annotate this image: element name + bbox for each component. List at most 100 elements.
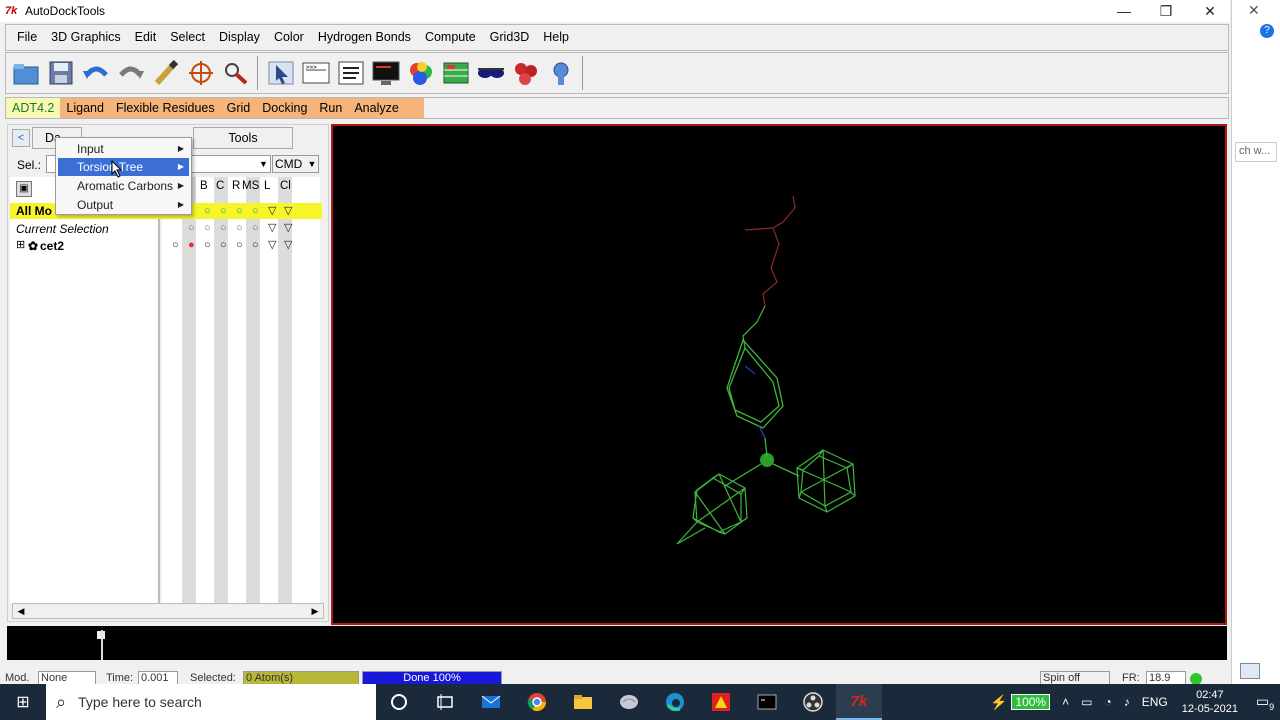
browser-close-icon[interactable]: ✕: [1248, 2, 1260, 19]
redo-icon[interactable]: [113, 55, 148, 91]
notifications-button[interactable]: ▭9: [1250, 693, 1280, 712]
toggle-triangle[interactable]: ▽: [268, 238, 276, 252]
menu-compute[interactable]: Compute: [418, 25, 483, 50]
tree-row-current-selection[interactable]: Current Selection: [16, 222, 109, 236]
column-header-ms[interactable]: MS: [242, 180, 259, 192]
task-view-icon[interactable]: [422, 684, 468, 720]
toggle-circle-filled[interactable]: ●: [188, 238, 195, 252]
browser-thumbnail-icon[interactable]: [1240, 663, 1260, 679]
scroll-left-icon[interactable]: ◀: [13, 604, 29, 618]
horizontal-scrollbar[interactable]: ◀ ▶: [12, 603, 324, 619]
toggle-circle[interactable]: ○: [252, 221, 259, 235]
menu-item-torsion-tree[interactable]: Torsion Tree ▶: [58, 158, 189, 176]
magnifier-icon[interactable]: [218, 55, 253, 91]
file-explorer-icon[interactable]: [560, 684, 606, 720]
acrobat-icon[interactable]: [698, 684, 744, 720]
adt-menu-grid[interactable]: Grid: [221, 98, 257, 118]
python-shell-icon[interactable]: >>>: [298, 55, 333, 91]
column-header-cl[interactable]: Cl: [280, 180, 291, 192]
toggle-triangle[interactable]: ▽: [284, 204, 292, 218]
edge-icon[interactable]: [652, 684, 698, 720]
column-header-l[interactable]: L: [264, 180, 270, 192]
toggle-circle[interactable]: ○: [252, 238, 259, 252]
color-spheres-icon[interactable]: [403, 55, 438, 91]
wifi-icon[interactable]: ◔: [1104, 695, 1111, 709]
command-dropdown-icon[interactable]: ▼: [306, 156, 318, 172]
menu-item-aromatic-carbons[interactable]: Aromatic Carbons ▶: [58, 177, 189, 195]
language-indicator[interactable]: ENG: [1142, 695, 1168, 709]
toggle-circle[interactable]: ○: [236, 238, 243, 252]
menu-select[interactable]: Select: [163, 25, 212, 50]
menu-grid3d[interactable]: Grid3D: [483, 25, 537, 50]
bug-report-icon[interactable]: [543, 55, 578, 91]
toggle-circle[interactable]: ○: [204, 238, 211, 252]
menu-item-input[interactable]: Input ▶: [58, 140, 189, 158]
toggle-circle[interactable]: ○: [220, 238, 227, 252]
toggle-triangle[interactable]: ▽: [268, 204, 276, 218]
pencil-icon[interactable]: [148, 55, 183, 91]
mail-icon[interactable]: [468, 684, 514, 720]
toggle-circle[interactable]: ○: [188, 221, 195, 235]
menu-item-output[interactable]: Output ▶: [58, 196, 189, 214]
battery-indicator[interactable]: 100%: [1011, 694, 1051, 710]
toggle-circle[interactable]: ○: [236, 221, 243, 235]
expand-node-icon[interactable]: ⊞: [16, 238, 25, 251]
menu-hydrogen-bonds[interactable]: Hydrogen Bonds: [311, 25, 418, 50]
toggle-circle[interactable]: ○: [220, 221, 227, 235]
scroll-right-icon[interactable]: ▶: [307, 604, 323, 618]
open-folder-icon[interactable]: [8, 55, 43, 91]
maximize-button[interactable]: ❐: [1144, 0, 1188, 22]
adt-menu-flexible-residues[interactable]: Flexible Residues: [110, 98, 221, 118]
help-icon[interactable]: ?: [1260, 24, 1274, 38]
menu-3d-graphics[interactable]: 3D Graphics: [44, 25, 127, 50]
toggle-triangle[interactable]: ▽: [284, 238, 292, 252]
terminal-icon[interactable]: [744, 684, 790, 720]
tree-view-icon[interactable]: ▣: [16, 181, 32, 197]
chevron-up-icon[interactable]: ˄: [1062, 695, 1069, 709]
column-header-b[interactable]: B: [200, 180, 208, 192]
monitor-icon[interactable]: [368, 55, 403, 91]
taskbar-search[interactable]: ⌕ Type here to search: [46, 684, 376, 720]
brain-app-icon[interactable]: [606, 684, 652, 720]
start-button[interactable]: ⊞: [0, 684, 46, 720]
power-plug-icon[interactable]: ⚡: [990, 694, 1007, 711]
target-icon[interactable]: [183, 55, 218, 91]
browser-search-snippet[interactable]: ch w...: [1235, 142, 1277, 162]
save-icon[interactable]: [43, 55, 78, 91]
toggle-triangle[interactable]: ▽: [268, 221, 276, 235]
clock[interactable]: 02:47 12-05-2021: [1182, 688, 1238, 716]
battery-icon[interactable]: ▭: [1081, 695, 1092, 709]
column-header-r[interactable]: R: [232, 180, 240, 192]
toggle-circle[interactable]: ○: [204, 221, 211, 235]
obs-icon[interactable]: [790, 684, 836, 720]
toggle-circle[interactable]: ○: [236, 204, 243, 218]
3d-viewer[interactable]: [331, 124, 1227, 625]
cortana-icon[interactable]: [376, 684, 422, 720]
toggle-triangle[interactable]: ▽: [284, 221, 292, 235]
tree-row-molecule[interactable]: cet2: [40, 239, 64, 253]
menu-color[interactable]: Color: [267, 25, 311, 50]
tree-row-all-molecules[interactable]: All Mo: [16, 204, 52, 218]
menu-help[interactable]: Help: [536, 25, 576, 50]
menu-file[interactable]: File: [10, 25, 44, 50]
close-button[interactable]: ✕: [1188, 0, 1232, 22]
adt-menu-run[interactable]: Run: [313, 98, 348, 118]
pointer-icon[interactable]: [263, 55, 298, 91]
adt-menu-docking[interactable]: Docking: [256, 98, 313, 118]
toggle-circle[interactable]: ○: [252, 204, 259, 218]
menu-edit[interactable]: Edit: [128, 25, 164, 50]
adt-menu-ligand[interactable]: Ligand: [60, 98, 110, 118]
tab-tools[interactable]: Tools: [193, 127, 293, 149]
stereo-glasses-icon[interactable]: [473, 55, 508, 91]
text-lines-icon[interactable]: [333, 55, 368, 91]
undo-icon[interactable]: [78, 55, 113, 91]
toggle-circle[interactable]: ○: [204, 204, 211, 218]
grid-icon[interactable]: [438, 55, 473, 91]
animation-timeline[interactable]: [7, 626, 1227, 660]
toggle-circle[interactable]: ○: [220, 204, 227, 218]
adt-menu-analyze[interactable]: Analyze: [348, 98, 404, 118]
selection-dropdown-icon[interactable]: ▼: [257, 156, 270, 172]
chrome-icon[interactable]: [514, 684, 560, 720]
molecule-icon[interactable]: [508, 55, 543, 91]
collapse-panel-icon[interactable]: <: [12, 129, 30, 147]
